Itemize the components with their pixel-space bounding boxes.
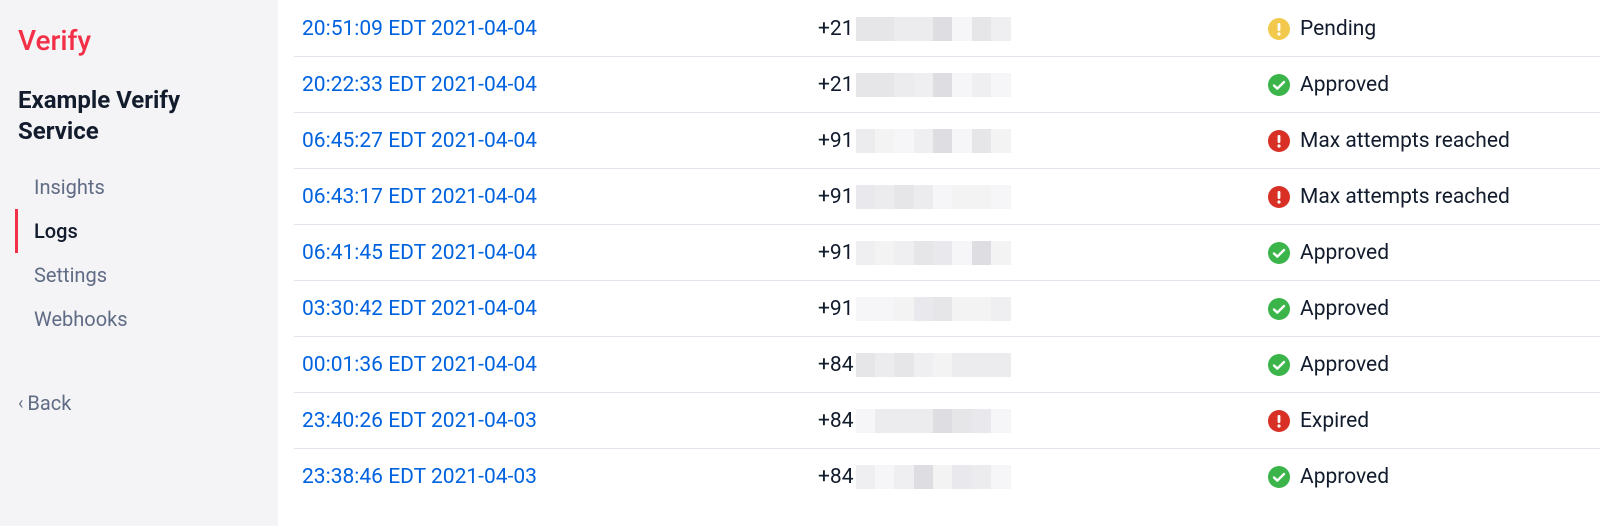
log-timestamp-cell: 00:01:36 EDT 2021-04-04 <box>298 353 818 377</box>
log-timestamp-link[interactable]: 06:41:45 EDT 2021-04-04 <box>302 241 537 265</box>
log-status-cell: Approved <box>1268 465 1596 489</box>
log-phone-cell: +91 <box>818 241 1268 265</box>
status-label: Approved <box>1300 297 1389 321</box>
log-timestamp-cell: 06:45:27 EDT 2021-04-04 <box>298 129 818 153</box>
redacted-phone <box>856 73 1011 97</box>
redacted-phone <box>856 129 1011 153</box>
status-label: Approved <box>1300 353 1389 377</box>
log-phone-cell: +91 <box>818 129 1268 153</box>
status-label: Max attempts reached <box>1300 129 1510 153</box>
log-timestamp-link[interactable]: 06:43:17 EDT 2021-04-04 <box>302 185 537 209</box>
sidebar: Verify Example Verify Service InsightsLo… <box>0 0 278 526</box>
phone-prefix: +21 <box>818 17 854 41</box>
log-phone-cell: +84 <box>818 465 1268 489</box>
log-timestamp-cell: 23:38:46 EDT 2021-04-03 <box>298 465 818 489</box>
log-phone-cell: +84 <box>818 409 1268 433</box>
table-row: 20:22:33 EDT 2021-04-04 +21 Approved <box>294 56 1600 112</box>
redacted-phone <box>856 353 1011 377</box>
status-label: Approved <box>1300 465 1389 489</box>
redacted-phone <box>856 241 1011 265</box>
phone-prefix: +91 <box>818 185 854 209</box>
redacted-phone <box>856 409 1011 433</box>
table-row: 23:40:26 EDT 2021-04-03 +84 Expired <box>294 392 1600 448</box>
redacted-phone <box>856 17 1011 41</box>
log-timestamp-cell: 20:22:33 EDT 2021-04-04 <box>298 73 818 97</box>
log-status-cell: Approved <box>1268 297 1596 321</box>
status-label: Expired <box>1300 409 1369 433</box>
log-status-cell: Pending <box>1268 17 1596 41</box>
info-circle-icon <box>1268 18 1290 40</box>
log-timestamp-link[interactable]: 03:30:42 EDT 2021-04-04 <box>302 297 537 321</box>
sidebar-item-logs[interactable]: Logs <box>15 209 258 253</box>
phone-prefix: +84 <box>818 409 854 433</box>
table-row: 20:51:09 EDT 2021-04-04 +21 Pending <box>294 0 1600 56</box>
error-circle-icon <box>1268 130 1290 152</box>
phone-prefix: +21 <box>818 73 854 97</box>
check-circle-icon <box>1268 466 1290 488</box>
log-timestamp-cell: 20:51:09 EDT 2021-04-04 <box>298 17 818 41</box>
table-row: 06:43:17 EDT 2021-04-04 +91 Max attempts r… <box>294 168 1600 224</box>
check-circle-icon <box>1268 298 1290 320</box>
log-phone-cell: +21 <box>818 73 1268 97</box>
error-circle-icon <box>1268 410 1290 432</box>
log-phone-cell: +91 <box>818 185 1268 209</box>
phone-prefix: +91 <box>818 241 854 265</box>
phone-prefix: +91 <box>818 297 854 321</box>
redacted-phone <box>856 465 1011 489</box>
log-status-cell: Approved <box>1268 241 1596 265</box>
table-row: 00:01:36 EDT 2021-04-04 +84 Approved <box>294 336 1600 392</box>
log-timestamp-link[interactable]: 23:40:26 EDT 2021-04-03 <box>302 409 537 433</box>
log-status-cell: Max attempts reached <box>1268 185 1596 209</box>
table-row: 06:45:27 EDT 2021-04-04 +91 Max attempts r… <box>294 112 1600 168</box>
log-phone-cell: +91 <box>818 297 1268 321</box>
log-timestamp-link[interactable]: 06:45:27 EDT 2021-04-04 <box>302 129 537 153</box>
log-status-cell: Expired <box>1268 409 1596 433</box>
log-status-cell: Max attempts reached <box>1268 129 1596 153</box>
check-circle-icon <box>1268 242 1290 264</box>
log-timestamp-cell: 23:40:26 EDT 2021-04-03 <box>298 409 818 433</box>
sidebar-item-insights[interactable]: Insights <box>15 165 258 209</box>
back-link[interactable]: ‹ Back <box>18 391 258 415</box>
log-timestamp-link[interactable]: 00:01:36 EDT 2021-04-04 <box>302 353 537 377</box>
sidebar-nav: InsightsLogsSettingsWebhooks <box>18 165 258 341</box>
log-timestamp-link[interactable]: 20:22:33 EDT 2021-04-04 <box>302 73 537 97</box>
phone-prefix: +91 <box>818 129 854 153</box>
phone-prefix: +84 <box>818 465 854 489</box>
log-timestamp-cell: 03:30:42 EDT 2021-04-04 <box>298 297 818 321</box>
log-phone-cell: +84 <box>818 353 1268 377</box>
log-phone-cell: +21 <box>818 17 1268 41</box>
logs-table: 20:51:09 EDT 2021-04-04 +21 Pending 20:22:3… <box>294 0 1600 504</box>
log-status-cell: Approved <box>1268 73 1596 97</box>
log-timestamp-cell: 06:41:45 EDT 2021-04-04 <box>298 241 818 265</box>
check-circle-icon <box>1268 354 1290 376</box>
status-label: Max attempts reached <box>1300 185 1510 209</box>
check-circle-icon <box>1268 74 1290 96</box>
redacted-phone <box>856 297 1011 321</box>
log-status-cell: Approved <box>1268 353 1596 377</box>
service-title: Example Verify Service <box>18 85 258 147</box>
chevron-left-icon: ‹ <box>18 393 23 414</box>
sidebar-item-webhooks[interactable]: Webhooks <box>15 297 258 341</box>
brand-link[interactable]: Verify <box>18 24 258 57</box>
phone-prefix: +84 <box>818 353 854 377</box>
log-timestamp-link[interactable]: 23:38:46 EDT 2021-04-03 <box>302 465 537 489</box>
status-label: Approved <box>1300 73 1389 97</box>
table-row: 06:41:45 EDT 2021-04-04 +91 Approved <box>294 224 1600 280</box>
main-content: 20:51:09 EDT 2021-04-04 +21 Pending 20:22:3… <box>278 0 1600 526</box>
log-timestamp-link[interactable]: 20:51:09 EDT 2021-04-04 <box>302 17 537 41</box>
table-row: 03:30:42 EDT 2021-04-04 +91 Approved <box>294 280 1600 336</box>
log-timestamp-cell: 06:43:17 EDT 2021-04-04 <box>298 185 818 209</box>
error-circle-icon <box>1268 186 1290 208</box>
table-row: 23:38:46 EDT 2021-04-03 +84 Approved <box>294 448 1600 504</box>
back-label: Back <box>27 391 71 415</box>
status-label: Pending <box>1300 17 1376 41</box>
status-label: Approved <box>1300 241 1389 265</box>
sidebar-item-settings[interactable]: Settings <box>15 253 258 297</box>
redacted-phone <box>856 185 1011 209</box>
